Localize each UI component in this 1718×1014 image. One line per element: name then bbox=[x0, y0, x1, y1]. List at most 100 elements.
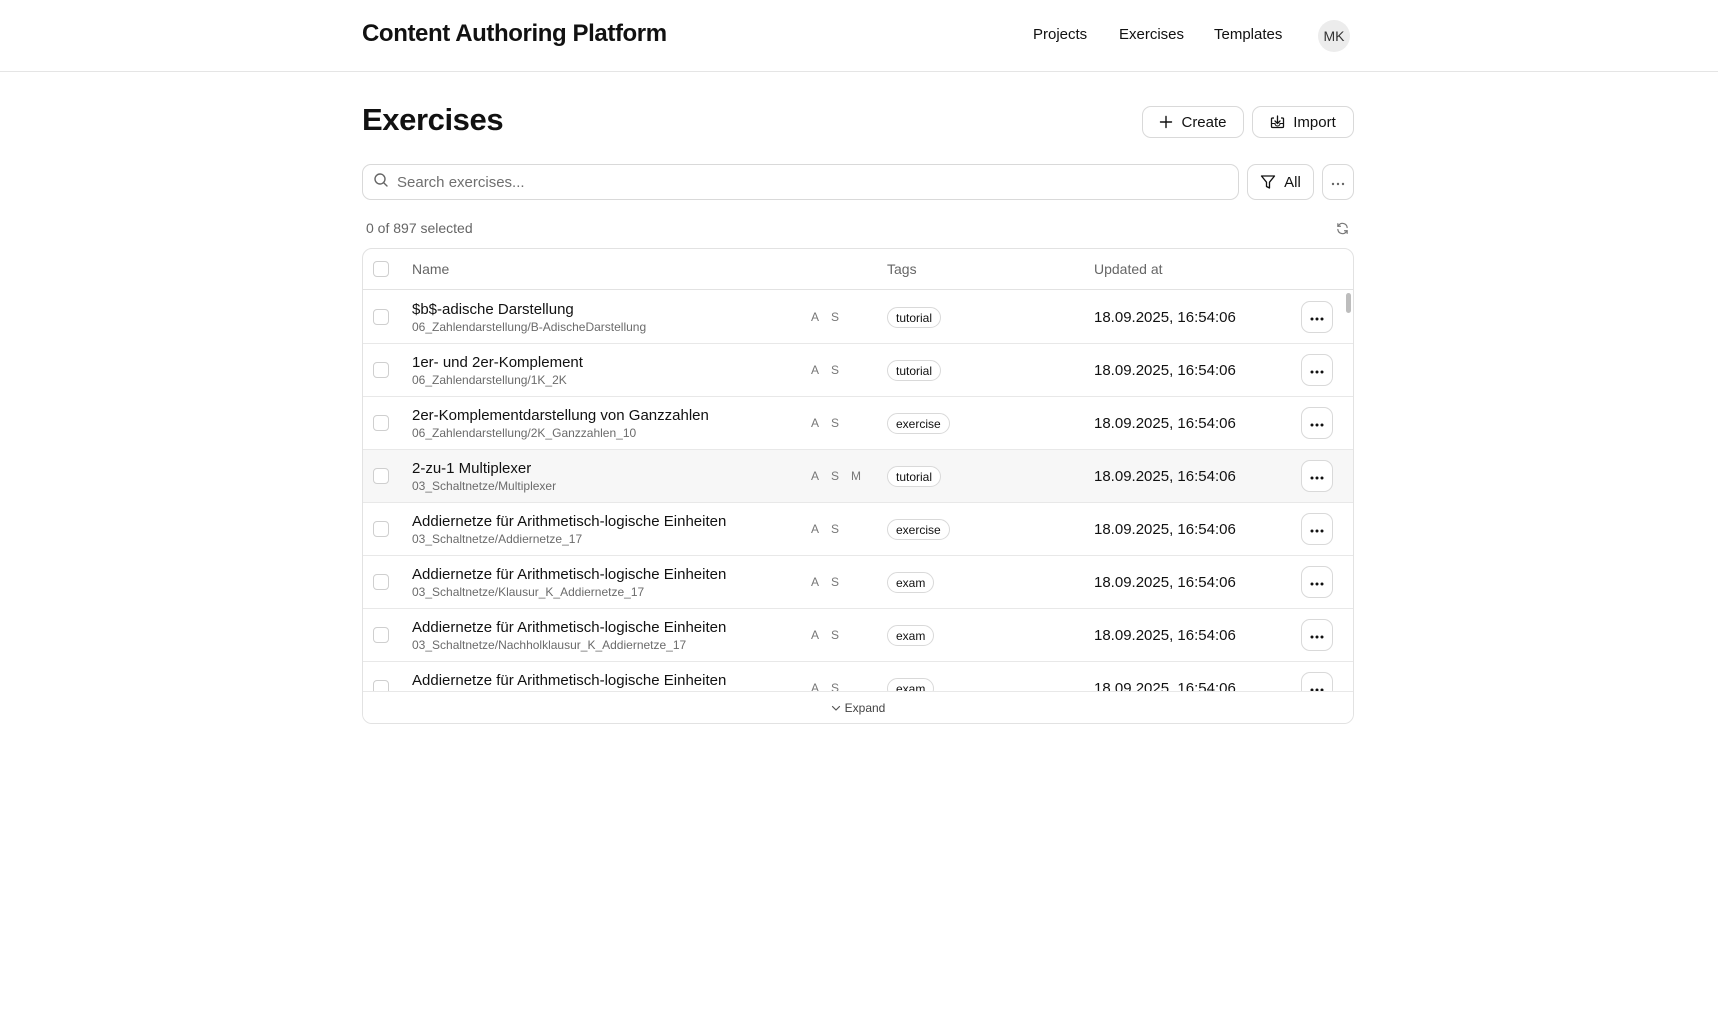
select-all-checkbox[interactable] bbox=[373, 261, 389, 277]
avatar[interactable]: MK bbox=[1318, 20, 1350, 52]
row-checkbox[interactable] bbox=[373, 574, 389, 590]
exercise-name: Addiernetze für Arithmetisch-logische Ei… bbox=[412, 566, 727, 583]
exercise-name: 2-zu-1 Multiplexer bbox=[412, 460, 532, 477]
row-actions-button[interactable] bbox=[1301, 301, 1333, 333]
exercise-path: 03_Schaltnetze/Nachholklausur_K_Addierne… bbox=[412, 638, 687, 652]
flag-a: A bbox=[811, 469, 820, 483]
row-actions-button[interactable] bbox=[1301, 407, 1333, 439]
updated-at: 18.09.2025, 16:54:06 bbox=[1094, 627, 1236, 644]
table-body: $b$-adische Darstellung 06_Zahlendarstel… bbox=[363, 291, 1353, 691]
tag-badge: tutorial bbox=[887, 466, 942, 487]
tag-badge: exercise bbox=[887, 413, 950, 434]
expand-button[interactable]: Expand bbox=[363, 691, 1353, 723]
table-row[interactable]: $b$-adische Darstellung 06_Zahlendarstel… bbox=[363, 291, 1353, 344]
table-row[interactable]: Addiernetze für Arithmetisch-logische Ei… bbox=[363, 503, 1353, 556]
search-box bbox=[362, 164, 1239, 200]
filter-label: All bbox=[1284, 173, 1301, 191]
expand-label: Expand bbox=[844, 700, 886, 715]
search-icon bbox=[373, 172, 389, 193]
row-checkbox[interactable] bbox=[373, 415, 389, 431]
tag-badge: exercise bbox=[887, 519, 950, 540]
table-row[interactable]: 2er-Komplementdarstellung von Ganzzahlen… bbox=[363, 397, 1353, 450]
import-label: Import bbox=[1293, 113, 1336, 131]
flag-a: A bbox=[811, 628, 820, 642]
ellipsis-icon bbox=[1310, 626, 1324, 644]
table-row[interactable]: 1er- und 2er-Komplement 06_Zahlendarstel… bbox=[363, 344, 1353, 397]
row-checkbox[interactable] bbox=[373, 680, 389, 691]
ellipsis-icon bbox=[1310, 467, 1324, 485]
row-actions-button[interactable] bbox=[1301, 672, 1333, 691]
nav-exercises[interactable]: Exercises bbox=[1119, 26, 1184, 43]
flag-a: A bbox=[811, 310, 820, 324]
updated-at: 18.09.2025, 16:54:06 bbox=[1094, 468, 1236, 485]
flag-a: A bbox=[811, 416, 820, 430]
exercise-name: $b$-adische Darstellung bbox=[412, 301, 574, 318]
create-button[interactable]: Create bbox=[1142, 106, 1244, 138]
ellipsis-icon bbox=[1310, 308, 1324, 326]
exercise-name: Addiernetze für Arithmetisch-logische Ei… bbox=[412, 619, 727, 636]
refresh-icon[interactable] bbox=[1334, 220, 1350, 236]
flag-s: S bbox=[831, 522, 840, 536]
exercise-name: Addiernetze für Arithmetisch-logische Ei… bbox=[412, 672, 727, 689]
ellipsis-icon bbox=[1310, 414, 1324, 432]
row-actions-button[interactable] bbox=[1301, 619, 1333, 651]
flag-s: S bbox=[831, 681, 840, 691]
ellipsis-icon bbox=[1310, 520, 1324, 538]
table-row[interactable]: Addiernetze für Arithmetisch-logische Ei… bbox=[363, 609, 1353, 662]
search-input[interactable] bbox=[397, 173, 1217, 191]
ellipsis-icon bbox=[1331, 173, 1345, 191]
ellipsis-icon bbox=[1310, 361, 1324, 379]
nav-projects[interactable]: Projects bbox=[1033, 26, 1087, 43]
chevron-down-icon bbox=[831, 701, 841, 715]
row-actions-button[interactable] bbox=[1301, 354, 1333, 386]
nav-templates[interactable]: Templates bbox=[1214, 26, 1282, 43]
ellipsis-icon bbox=[1310, 573, 1324, 591]
table-header: Name Tags Updated at bbox=[363, 249, 1353, 290]
filter-button[interactable]: All bbox=[1247, 164, 1314, 200]
plus-icon bbox=[1159, 115, 1173, 129]
tag-badge: tutorial bbox=[887, 360, 942, 381]
updated-at: 18.09.2025, 16:54:06 bbox=[1094, 415, 1236, 432]
table-row[interactable]: Addiernetze für Arithmetisch-logische Ei… bbox=[363, 662, 1353, 691]
exercises-table: Name Tags Updated at $b$-adische Darstel… bbox=[362, 248, 1354, 724]
tag-badge: exam bbox=[887, 625, 935, 646]
updated-at: 18.09.2025, 16:54:06 bbox=[1094, 309, 1236, 326]
flag-s: S bbox=[831, 469, 840, 483]
row-actions-button[interactable] bbox=[1301, 513, 1333, 545]
exercise-path: 06_Zahlendarstellung/1K_2K bbox=[412, 373, 567, 387]
exercise-name: 1er- und 2er-Komplement bbox=[412, 354, 583, 371]
flag-a: A bbox=[811, 575, 820, 589]
exercise-name: Addiernetze für Arithmetisch-logische Ei… bbox=[412, 513, 727, 530]
flag-a: A bbox=[811, 522, 820, 536]
more-options-button[interactable] bbox=[1322, 164, 1354, 200]
tag-badge: tutorial bbox=[887, 307, 942, 328]
updated-at: 18.09.2025, 16:54:06 bbox=[1094, 521, 1236, 538]
table-scrollbar[interactable] bbox=[1346, 293, 1351, 313]
column-name-header[interactable]: Name bbox=[412, 261, 449, 277]
row-checkbox[interactable] bbox=[373, 309, 389, 325]
row-checkbox[interactable] bbox=[373, 627, 389, 643]
exercise-name: 2er-Komplementdarstellung von Ganzzahlen bbox=[412, 407, 709, 424]
tag-badge: exam bbox=[887, 572, 935, 593]
updated-at: 18.09.2025, 16:54:06 bbox=[1094, 362, 1236, 379]
row-actions-button[interactable] bbox=[1301, 460, 1333, 492]
table-row[interactable]: 2-zu-1 Multiplexer 03_Schaltnetze/Multip… bbox=[363, 450, 1353, 503]
table-row[interactable]: Addiernetze für Arithmetisch-logische Ei… bbox=[363, 556, 1353, 609]
flag-m: M bbox=[851, 469, 861, 483]
row-checkbox[interactable] bbox=[373, 468, 389, 484]
import-icon bbox=[1270, 115, 1285, 129]
exercise-path: 03_Schaltnetze/Klausur_K_Addiernetze_17 bbox=[412, 585, 645, 599]
row-checkbox[interactable] bbox=[373, 521, 389, 537]
ellipsis-icon bbox=[1310, 679, 1324, 691]
flag-a: A bbox=[811, 363, 820, 377]
column-updated-header[interactable]: Updated at bbox=[1094, 261, 1163, 277]
flag-s: S bbox=[831, 575, 840, 589]
row-actions-button[interactable] bbox=[1301, 566, 1333, 598]
flag-s: S bbox=[831, 310, 840, 324]
import-button[interactable]: Import bbox=[1252, 106, 1354, 138]
exercise-path: 06_Zahlendarstellung/B-AdischeDarstellun… bbox=[412, 320, 647, 334]
flag-s: S bbox=[831, 416, 840, 430]
row-checkbox[interactable] bbox=[373, 362, 389, 378]
updated-at: 18.09.2025, 16:54:06 bbox=[1094, 680, 1236, 691]
column-tags-header[interactable]: Tags bbox=[887, 261, 917, 277]
